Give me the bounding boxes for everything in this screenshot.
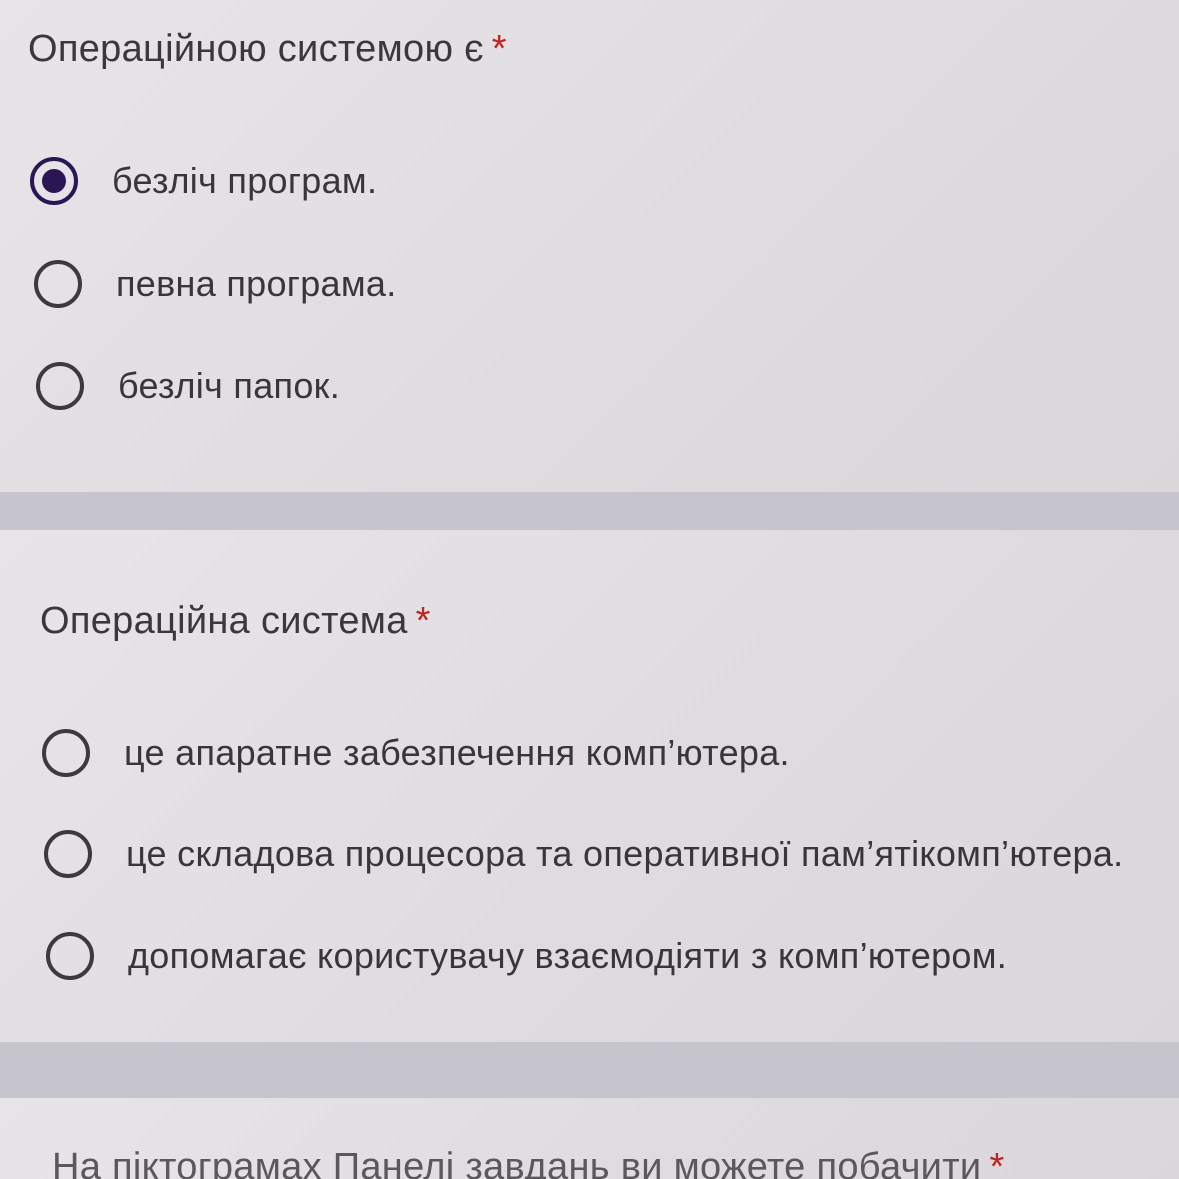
form-page: Операційною системою є * безліч програм. … xyxy=(0,0,1179,1179)
option-label: певна програма. xyxy=(116,263,397,304)
question-title-text: Операційною системою є xyxy=(28,28,484,70)
radio-button[interactable] xyxy=(34,260,82,308)
radio-option-2-3[interactable]: допомагає користувачу взаємодіяти з комп… xyxy=(46,928,1007,984)
radio-option-2-2[interactable]: це складова процесора та оперативної пам… xyxy=(44,826,1123,882)
radio-button[interactable] xyxy=(42,729,90,777)
required-asterisk: * xyxy=(989,1146,1005,1179)
radio-option-1-2[interactable]: певна програма. xyxy=(34,256,397,312)
option-label: безліч програм. xyxy=(112,160,378,201)
radio-button[interactable] xyxy=(44,830,92,878)
option-label: це апаратне забезпечення комп’ютера. xyxy=(124,732,790,773)
required-asterisk: * xyxy=(491,28,507,70)
option-label: допомагає користувачу взаємодіяти з комп… xyxy=(128,935,1008,976)
card-divider xyxy=(0,492,1179,530)
radio-option-1-3[interactable]: безліч папок. xyxy=(36,358,340,414)
question-title-2: Операційна система * xyxy=(40,600,431,643)
card-divider xyxy=(0,1042,1179,1098)
radio-button[interactable] xyxy=(36,362,84,410)
radio-option-1-1[interactable]: безліч програм. xyxy=(30,153,377,209)
question-title-text: На піктограмах Панелі завдань ви можете … xyxy=(52,1146,982,1179)
radio-button-selected[interactable] xyxy=(30,157,78,205)
option-label: це складова процесора та оперативної пам… xyxy=(126,833,1124,874)
question-title-3: На піктограмах Панелі завдань ви можете … xyxy=(52,1146,1005,1179)
option-label: безліч папок. xyxy=(118,365,340,406)
question-title-text: Операційна система xyxy=(40,600,408,642)
question-card-1: Операційною системою є * безліч програм. … xyxy=(0,0,1179,492)
radio-button[interactable] xyxy=(46,932,94,980)
radio-option-2-1[interactable]: це апаратне забезпечення комп’ютера. xyxy=(42,725,790,781)
question-title-1: Операційною системою є * xyxy=(28,28,507,71)
required-asterisk: * xyxy=(415,600,431,642)
